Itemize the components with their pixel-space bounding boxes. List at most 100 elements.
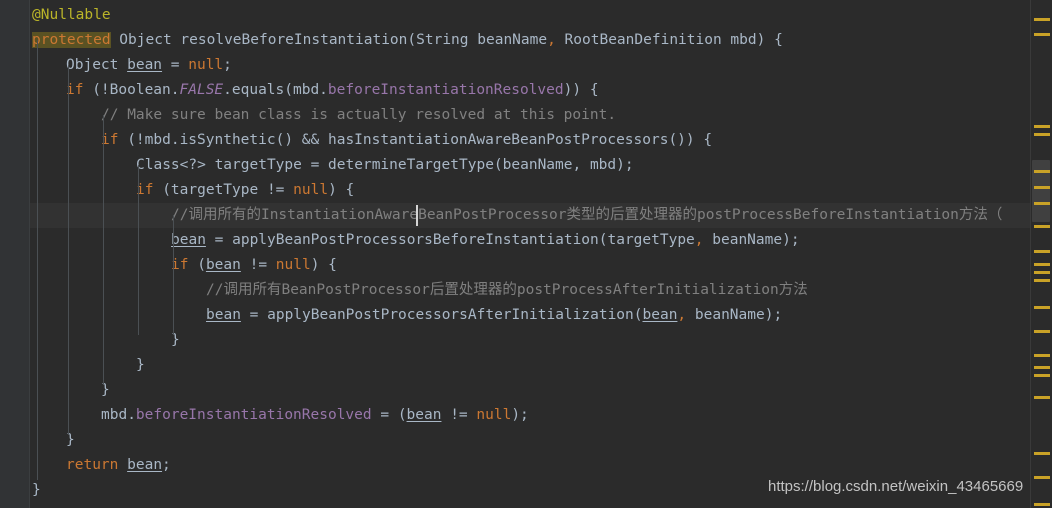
code-line[interactable]: } bbox=[30, 328, 180, 353]
code-token-plain: resolveBeforeInstantiation bbox=[180, 32, 408, 48]
stripe-marker[interactable] bbox=[1034, 279, 1050, 282]
code-line[interactable]: if (targetType != null) { bbox=[30, 178, 354, 203]
stripe-marker[interactable] bbox=[1034, 366, 1050, 369]
code-editor-window: @Nullable protected Object resolveBeforeI… bbox=[0, 0, 1052, 508]
code-token-plain: beanName); bbox=[703, 232, 800, 248]
code-line[interactable]: if (!mbd.isSynthetic() && hasInstantiati… bbox=[30, 128, 712, 153]
editor-gutter[interactable] bbox=[0, 0, 29, 508]
code-token-plain: ) { bbox=[310, 257, 337, 273]
stripe-marker[interactable] bbox=[1034, 476, 1050, 479]
code-token-plain: beanName); bbox=[686, 307, 783, 323]
code-token-plain: = applyBeanPostProcessorsAfterInitializa… bbox=[240, 307, 643, 323]
code-token-plain: = bbox=[162, 57, 189, 73]
code-token-comment: //调用所有BeanPostProcessor后置处理器的postProcess… bbox=[206, 282, 808, 298]
code-token-plain: } bbox=[136, 357, 145, 373]
code-line[interactable]: return bean; bbox=[30, 453, 171, 478]
code-token-keyword: null bbox=[188, 57, 224, 73]
code-line[interactable]: bean = applyBeanPostProcessorsBeforeInst… bbox=[30, 228, 800, 253]
code-token-keyword: , bbox=[677, 307, 687, 323]
stripe-marker[interactable] bbox=[1034, 263, 1050, 266]
stripe-marker[interactable] bbox=[1034, 452, 1050, 455]
code-token-local-variable: bean bbox=[127, 57, 163, 73]
indent-guide bbox=[173, 215, 174, 335]
stripe-marker[interactable] bbox=[1034, 396, 1050, 399]
stripe-marker[interactable] bbox=[1034, 18, 1050, 21]
code-token-plain: (!mbd.isSynthetic() && hasInstantiationA… bbox=[118, 132, 713, 148]
code-line[interactable]: @Nullable bbox=[30, 3, 111, 28]
code-token-local-variable: bean bbox=[127, 457, 163, 473]
code-token-plain: } bbox=[32, 482, 41, 498]
code-token-comment: //调用所有的InstantiationAwareBeanPostProcess… bbox=[171, 207, 1003, 223]
stripe-marker[interactable] bbox=[1034, 306, 1050, 309]
code-token-keyword: , bbox=[547, 32, 556, 48]
code-token-plain: (targetType != bbox=[153, 182, 294, 198]
code-token-plain: String beanName bbox=[416, 32, 548, 48]
stripe-marker[interactable] bbox=[1034, 202, 1050, 205]
code-line[interactable]: //调用所有BeanPostProcessor后置处理器的postProcess… bbox=[30, 278, 808, 303]
indent-guide bbox=[103, 115, 104, 385]
stripe-marker[interactable] bbox=[1034, 33, 1050, 36]
code-token-plain: )) { bbox=[563, 82, 599, 98]
stripe-marker[interactable] bbox=[1034, 250, 1050, 253]
code-token-field: beforeInstantiationResolved bbox=[135, 407, 372, 423]
code-line[interactable]: if (bean != null) { bbox=[30, 253, 337, 278]
code-token-keyword: null bbox=[275, 257, 311, 273]
text-caret bbox=[416, 205, 418, 226]
code-token-local-variable: bean bbox=[642, 307, 678, 323]
code-token-plain: = ( bbox=[371, 407, 407, 423]
code-token-keyword-highlighted: protected bbox=[32, 32, 111, 48]
code-line[interactable]: mbd.beforeInstantiationResolved = (bean … bbox=[30, 403, 529, 428]
code-line[interactable]: Class<?> targetType = determineTargetTyp… bbox=[30, 153, 634, 178]
code-token-plain: ; bbox=[223, 57, 232, 73]
indent-guide bbox=[68, 65, 69, 435]
stripe-marker[interactable] bbox=[1034, 330, 1050, 333]
code-token-comment: // Make sure bean class is actually reso… bbox=[101, 107, 617, 123]
code-text-area[interactable]: @Nullable protected Object resolveBeforeI… bbox=[30, 0, 1052, 508]
code-token-plain: != bbox=[441, 407, 477, 423]
stripe-marker[interactable] bbox=[1034, 503, 1050, 506]
code-token-plain: ( bbox=[188, 257, 206, 273]
code-token-field: beforeInstantiationResolved bbox=[327, 82, 564, 98]
code-token-keyword: null bbox=[293, 182, 329, 198]
code-token-plain: Object bbox=[110, 32, 181, 48]
code-token-keyword: , bbox=[694, 232, 704, 248]
stripe-marker[interactable] bbox=[1034, 374, 1050, 377]
stripe-marker[interactable] bbox=[1034, 125, 1050, 128]
code-token-plain: Class<?> targetType = determineTargetTyp… bbox=[136, 157, 634, 173]
indent-guide bbox=[37, 40, 38, 480]
code-token-keyword: return bbox=[66, 457, 119, 473]
code-token-plain: mbd. bbox=[101, 407, 136, 423]
stripe-marker[interactable] bbox=[1034, 225, 1050, 228]
code-line[interactable]: bean = applyBeanPostProcessorsAfterIniti… bbox=[30, 303, 782, 328]
code-line[interactable]: Object bean = null; bbox=[30, 53, 232, 78]
code-line[interactable]: protected Object resolveBeforeInstantiat… bbox=[30, 28, 783, 53]
watermark-url: https://blog.csdn.net/weixin_43465669 bbox=[768, 478, 1024, 495]
error-stripe-marker-strip[interactable] bbox=[1030, 0, 1052, 508]
code-token-plain: Object bbox=[66, 57, 128, 73]
code-token-local-variable: bean bbox=[205, 257, 241, 273]
code-token-plain: ; bbox=[162, 457, 171, 473]
code-line[interactable]: } bbox=[30, 353, 145, 378]
code-token-local-variable: bean bbox=[171, 232, 206, 248]
code-line[interactable]: //调用所有的InstantiationAwareBeanPostProcess… bbox=[30, 203, 1002, 228]
indent-guide bbox=[138, 165, 139, 335]
stripe-marker[interactable] bbox=[1034, 354, 1050, 357]
code-line[interactable]: if (!Boolean.FALSE.equals(mbd.beforeInst… bbox=[30, 78, 599, 103]
code-line[interactable]: } bbox=[30, 378, 110, 403]
stripe-marker[interactable] bbox=[1034, 186, 1050, 189]
code-token-plain: != bbox=[240, 257, 276, 273]
stripe-marker[interactable] bbox=[1034, 271, 1050, 274]
code-line[interactable]: // Make sure bean class is actually reso… bbox=[30, 103, 616, 128]
code-token-plain: ( bbox=[407, 32, 417, 48]
stripe-marker[interactable] bbox=[1034, 170, 1050, 173]
code-token-static-field: FALSE bbox=[179, 82, 224, 98]
code-token-plain: ) { bbox=[328, 182, 355, 198]
code-token-annotation: @Nullable bbox=[32, 7, 111, 23]
code-token-local-variable: bean bbox=[206, 307, 241, 323]
code-token-keyword: null bbox=[476, 407, 512, 423]
code-line[interactable]: } bbox=[30, 478, 41, 503]
code-token-plain: (!Boolean. bbox=[83, 82, 180, 98]
gutter-separator bbox=[29, 0, 30, 508]
stripe-marker[interactable] bbox=[1034, 133, 1050, 136]
